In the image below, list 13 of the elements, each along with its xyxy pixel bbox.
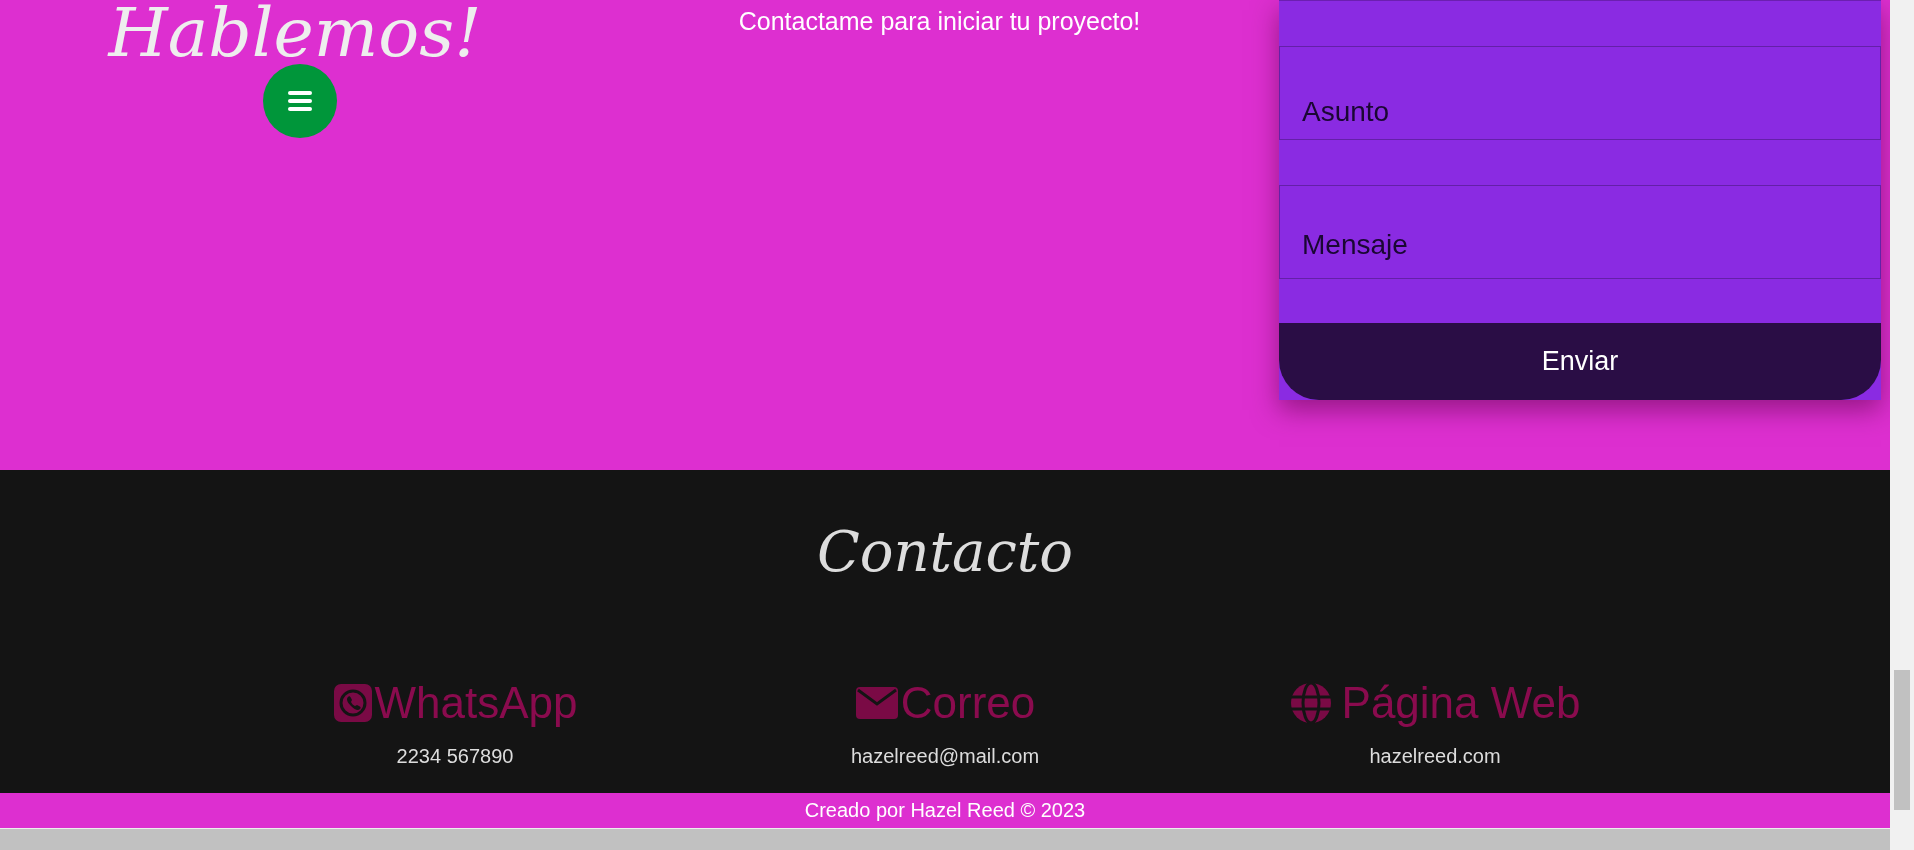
send-button[interactable]: Enviar xyxy=(1279,323,1881,400)
footer-text: Creado por Hazel Reed © 2023 xyxy=(804,799,1086,821)
contact-value: 2234 567890 xyxy=(396,744,514,770)
section-title: Contacto xyxy=(816,518,1074,586)
input-field[interactable]: Asunto xyxy=(1279,46,1881,140)
contact-label: WhatsApp xyxy=(374,679,578,728)
contact-label: Correo xyxy=(900,679,1036,728)
heading: Hablemos! xyxy=(108,0,482,73)
contact-value: hazelreed.com xyxy=(1369,744,1501,770)
contact-label: Página Web xyxy=(1341,679,1581,728)
contact-value: hazelreed@mail.com xyxy=(850,744,1040,770)
subtitle: Contactame para iniciar tu proyecto! xyxy=(738,6,1141,37)
message-field[interactable]: Mensaje xyxy=(1279,185,1881,279)
